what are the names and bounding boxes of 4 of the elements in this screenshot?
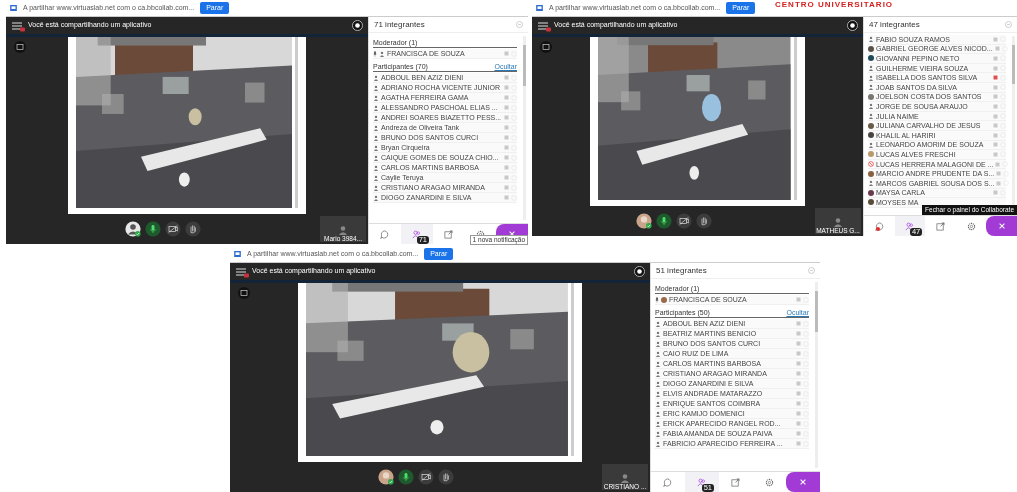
header-title: CENTRO UNIVERSITARIO [775, 0, 894, 9]
panel-title: 51 integrantes [656, 264, 707, 277]
panel-title: 71 integrantes [374, 18, 425, 31]
panel-title: 47 integrantes [869, 18, 920, 31]
